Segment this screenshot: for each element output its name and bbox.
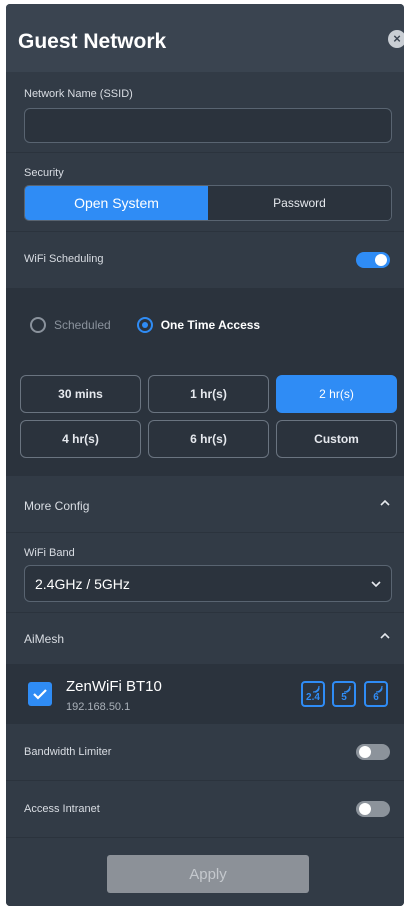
wifi-scheduling-section: WiFi Scheduling [6,232,404,288]
duration-6-hr-button[interactable]: 6 hr(s) [148,420,269,458]
more-config-header[interactable]: More Config [6,476,404,532]
guest-network-panel: Guest Network × Network Name (SSID) Secu… [6,4,404,906]
security-password-option[interactable]: Password [208,186,391,220]
scheduled-radio-label: Scheduled [54,318,111,332]
access-intranet-toggle[interactable] [356,801,390,817]
page-title: Guest Network [18,30,167,53]
ssid-input[interactable] [24,108,392,143]
more-config-label: More Config [24,499,90,513]
duration-2-hr-button[interactable]: 2 hr(s) [276,375,397,413]
duration-30-mins-button[interactable]: 30 mins [20,375,141,413]
wifi-band-label: WiFi Band [24,547,75,559]
one-time-access-radio-label: One Time Access [160,318,261,332]
wifi-scheduling-toggle[interactable] [356,252,390,268]
duration-options: 30 mins 1 hr(s) 2 hr(s) 4 hr(s) 6 hr(s) … [6,361,404,475]
chevron-up-icon[interactable] [380,631,390,641]
security-segmented-control: Open System Password [24,185,392,221]
bandwidth-limiter-section: Bandwidth Limiter [6,724,404,780]
wifi-scheduling-label: WiFi Scheduling [24,253,104,265]
ssid-section: Network Name (SSID) [6,72,404,152]
wifi-band-select[interactable]: 2.4GHz / 5GHz [24,565,392,602]
bandwidth-limiter-toggle[interactable] [356,744,390,760]
duration-1-hr-button[interactable]: 1 hr(s) [148,375,269,413]
band-6ghz-icon: 6 [364,681,388,707]
panel-header: Guest Network × [6,4,404,72]
access-intranet-label: Access Intranet [24,803,100,815]
chevron-down-icon [371,581,381,588]
security-open-system-option[interactable]: Open System [25,186,208,220]
aimesh-node-row: ZenWiFi BT10 192.168.50.1 2.4 5 6 [6,665,404,723]
security-label: Security [24,167,64,179]
access-intranet-section: Access Intranet [6,781,404,837]
aimesh-label: AiMesh [24,632,65,646]
aimesh-node-ip: 192.168.50.1 [66,701,131,713]
wifi-band-value: 2.4GHz / 5GHz [35,575,130,592]
apply-section: Apply [6,838,404,906]
checkmark-icon [33,689,47,700]
duration-custom-button[interactable]: Custom [276,420,397,458]
band-5ghz-icon: 5 [332,681,356,707]
aimesh-node-checkbox[interactable] [28,682,52,706]
duration-4-hr-button[interactable]: 4 hr(s) [20,420,141,458]
scheduled-radio[interactable] [30,317,46,333]
close-icon[interactable]: × [388,30,404,48]
access-mode-section: Scheduled One Time Access [6,289,404,361]
one-time-access-radio[interactable] [136,317,153,333]
band-2-4ghz-icon: 2.4 [301,681,325,707]
wifi-band-section: WiFi Band 2.4GHz / 5GHz [6,533,404,612]
chevron-up-icon[interactable] [380,498,390,508]
bandwidth-limiter-label: Bandwidth Limiter [24,746,112,758]
aimesh-header[interactable]: AiMesh [6,613,404,664]
aimesh-node-name: ZenWiFi BT10 [66,678,162,695]
ssid-label: Network Name (SSID) [24,88,133,100]
security-section: Security Open System Password [6,153,404,231]
access-mode-radio-group: Scheduled One Time Access [30,317,260,333]
apply-button[interactable]: Apply [107,855,309,893]
